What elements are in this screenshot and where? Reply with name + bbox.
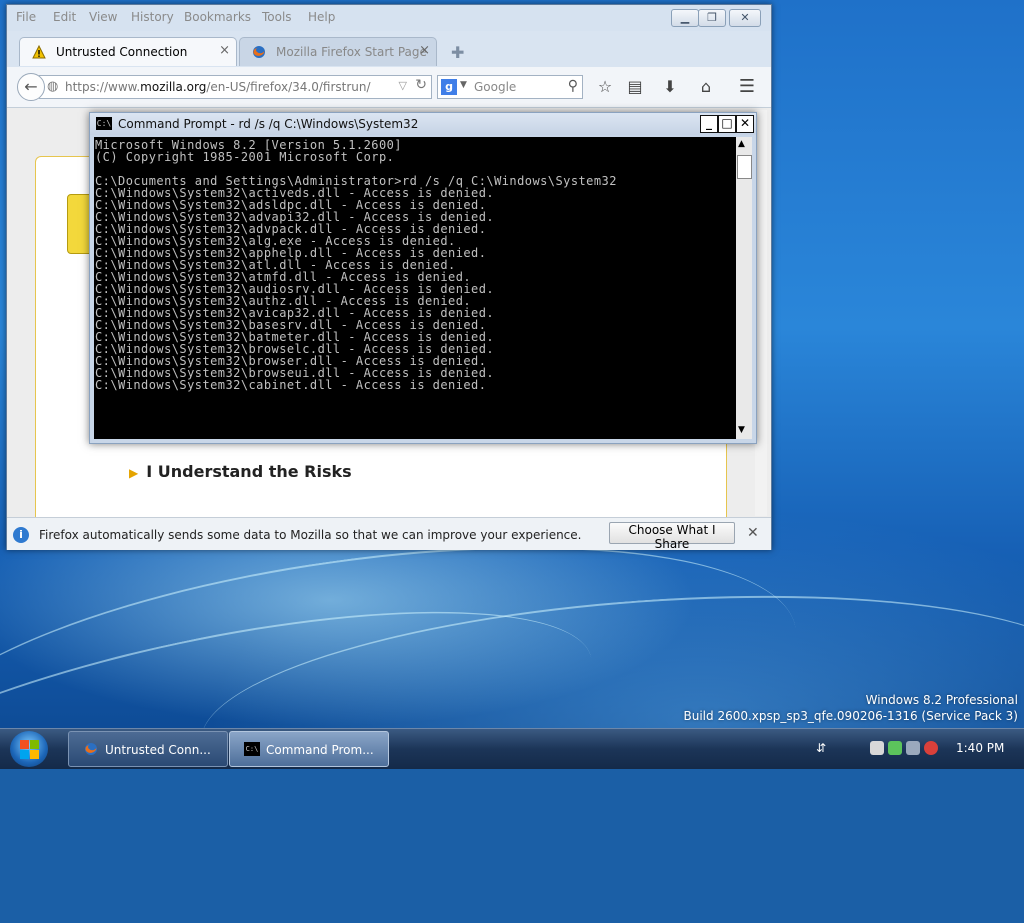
tab-untrusted-connection[interactable]: Untrusted Connection × [19,37,237,66]
google-icon[interactable]: g [441,79,457,95]
network-icon[interactable] [870,741,884,755]
search-bar[interactable]: g ▼ Google ⚲ [437,75,583,99]
cmd-title-bar[interactable]: C:\ Command Prompt - rd /s /q C:\Windows… [90,113,756,135]
windows-logo-icon [30,740,39,749]
scroll-up-icon[interactable]: ▲ [738,139,745,149]
firefox-icon [253,46,265,58]
notification-bar: i Firefox automatically sends some data … [7,517,771,551]
info-icon: i [13,527,29,543]
menu-help[interactable]: Help [308,10,335,24]
safely-remove-icon[interactable] [888,741,902,755]
os-name: Windows 8.2 Professional [865,693,1018,707]
tab-label: Untrusted Connection [56,45,188,59]
menu-bookmarks[interactable]: Bookmarks [184,10,251,24]
console-scrollbar[interactable]: ▲ ▼ [736,137,752,439]
url-text: https://www.mozilla.org/en-US/firefox/34… [65,80,371,94]
taskbar: Untrusted Conn... C:\ Command Prom... ⇵ … [0,728,1024,769]
bookmark-star-icon[interactable]: ☆ [594,76,616,98]
cmd-minimize-button[interactable]: _ [700,115,718,133]
security-shield-icon[interactable] [924,741,938,755]
notification-close-icon[interactable]: ✕ [747,525,759,541]
cmd-icon: C:\ [96,117,112,130]
taskbar-clock[interactable]: 1:40 PM [956,741,1004,755]
minimize-button[interactable]: ▁ [671,9,699,27]
taskbar-item-label: Command Prom... [266,743,374,757]
console-text: Microsoft Windows 8.2 [Version 5.1.2600]… [95,138,617,392]
taskbar-item-firefox[interactable]: Untrusted Conn... [68,731,228,767]
windows-logo-icon [20,750,29,759]
back-button[interactable]: ← [17,73,45,101]
home-icon[interactable]: ⌂ [695,76,717,98]
search-icon[interactable]: ⚲ [568,78,578,94]
close-button[interactable]: ✕ [729,9,761,27]
tab-label: Mozilla Firefox Start Page [276,45,427,59]
navigation-bar: ◍ https://www.mozilla.org/en-US/firefox/… [7,67,771,108]
menu-tools[interactable]: Tools [262,10,292,24]
scroll-thumb[interactable] [737,155,752,179]
tab-bar: Untrusted Connection × Mozilla Firefox S… [7,35,771,67]
download-icon[interactable]: ⬇ [659,76,681,98]
warning-icon [32,45,46,59]
windows-logo-icon [20,740,29,749]
hamburger-menu-icon[interactable]: ☰ [736,76,758,98]
notification-text: Firefox automatically sends some data to… [39,528,582,542]
start-button[interactable] [10,731,48,767]
url-bar[interactable]: ◍ https://www.mozilla.org/en-US/firefox/… [39,75,432,99]
cmd-title: Command Prompt - rd /s /q C:\Windows\Sys… [118,117,419,131]
taskbar-item-command-prompt[interactable]: C:\ Command Prom... [229,731,389,767]
new-tab-icon[interactable]: ✚ [451,43,464,62]
tab-close-icon[interactable]: × [419,43,430,58]
os-build: Build 2600.xpsp_sp3_qfe.090206-1316 (Ser… [683,709,1019,723]
firefox-icon [85,743,97,755]
cmd-icon: C:\ [244,742,260,756]
tab-mozilla-start-page[interactable]: Mozilla Firefox Start Page × [239,37,437,66]
os-watermark: Windows 8.2 Professional Build 2600.xpsp… [684,692,1019,724]
reload-icon[interactable]: ↻ [415,77,427,93]
expand-arrow-icon: ▶ [129,466,139,480]
bookmarks-menu-icon[interactable]: ▤ [624,76,646,98]
taskbar-item-label: Untrusted Conn... [105,743,211,757]
menu-history[interactable]: History [131,10,174,24]
understand-risks-link[interactable]: ▶ I Understand the Risks [129,462,352,481]
globe-icon: ◍ [47,79,59,94]
url-dropdown-icon[interactable]: ▽ [399,79,407,92]
cmd-close-button[interactable]: ✕ [736,115,754,133]
menu-edit[interactable]: Edit [53,10,76,24]
search-input[interactable]: Google [474,80,516,94]
menu-view[interactable]: View [89,10,117,24]
command-prompt-window: C:\ Command Prompt - rd /s /q C:\Windows… [89,112,757,444]
volume-icon[interactable] [906,741,920,755]
windows-logo-icon [30,750,39,759]
show-hidden-icons-icon[interactable]: ⇵ [816,741,826,755]
console-output[interactable]: Microsoft Windows 8.2 [Version 5.1.2600]… [94,137,736,439]
menu-file[interactable]: File [16,10,36,24]
scroll-down-icon[interactable]: ▼ [738,425,745,435]
tab-close-icon[interactable]: × [219,43,230,58]
menu-bar: File Edit View History Bookmarks Tools H… [7,5,771,31]
search-engine-dropdown-icon[interactable]: ▼ [460,80,467,90]
choose-what-i-share-button[interactable]: Choose What I Share [609,522,735,551]
cmd-maximize-button[interactable]: □ [718,115,736,133]
maximize-button[interactable]: ❐ [698,9,726,27]
